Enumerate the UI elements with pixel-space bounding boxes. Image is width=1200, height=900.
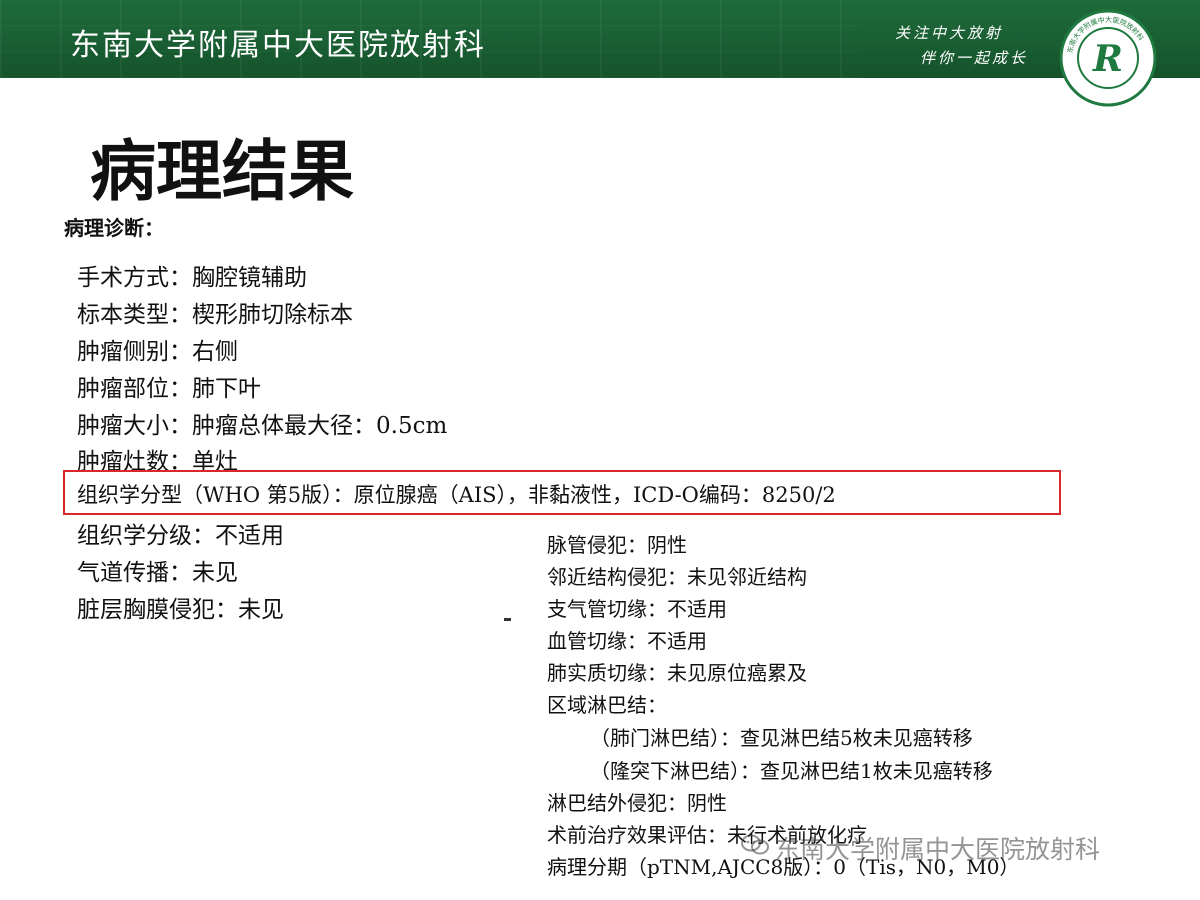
logo-letter: R xyxy=(1092,38,1123,80)
left-line: 肿瘤侧别：右侧 xyxy=(77,339,238,365)
stray-dash xyxy=(504,618,511,621)
right-subline: （肺门淋巴结）：查见淋巴结5枚未见癌转移 xyxy=(590,726,973,750)
right-line: 支气管切缘：不适用 xyxy=(547,597,727,621)
right-line: 邻近结构侵犯：未见邻近结构 xyxy=(547,565,807,589)
slogan-line-1: 关注中大放射 xyxy=(895,24,1004,42)
right-subline: （隆突下淋巴结）：查见淋巴结1枚未见癌转移 xyxy=(590,759,993,783)
right-line: 淋巴结外侵犯：阴性 xyxy=(547,791,727,815)
left-line: 气道传播：未见 xyxy=(77,560,238,586)
left-line: 手术方式：胸腔镜辅助 xyxy=(77,265,307,291)
diagnosis-label: 病理诊断： xyxy=(64,216,164,240)
right-line: 血管切缘：不适用 xyxy=(547,629,707,653)
left-line: 肿瘤大小：肿瘤总体最大径：0.5cm xyxy=(77,413,448,439)
left-line: 脏层胸膜侵犯：未见 xyxy=(77,597,284,623)
header-banner: 东南大学附属中大医院放射科 关注中大放射 伴你一起成长 xyxy=(0,0,1200,78)
wechat-icon xyxy=(741,834,769,855)
right-line: 区域淋巴结： xyxy=(547,693,667,717)
institution-title: 东南大学附属中大医院放射科 xyxy=(70,28,486,63)
page-title: 病理结果 xyxy=(90,133,354,210)
left-line: 标本类型：楔形肺切除标本 xyxy=(77,302,353,328)
slogan-line-2: 伴你一起成长 xyxy=(920,49,1029,67)
left-line: 肿瘤部位：肺下叶 xyxy=(77,376,261,402)
left-line: 组织学分级：不适用 xyxy=(77,523,284,549)
watermark: 东南大学附属中大医院放射科 xyxy=(775,835,1101,864)
right-line: 脉管侵犯：阴性 xyxy=(547,533,687,557)
hospital-logo: 东南大学附属中大医院放射科 R xyxy=(1059,9,1157,107)
highlight-box xyxy=(63,470,1061,515)
right-line: 肺实质切缘：未见原位癌累及 xyxy=(547,661,807,685)
